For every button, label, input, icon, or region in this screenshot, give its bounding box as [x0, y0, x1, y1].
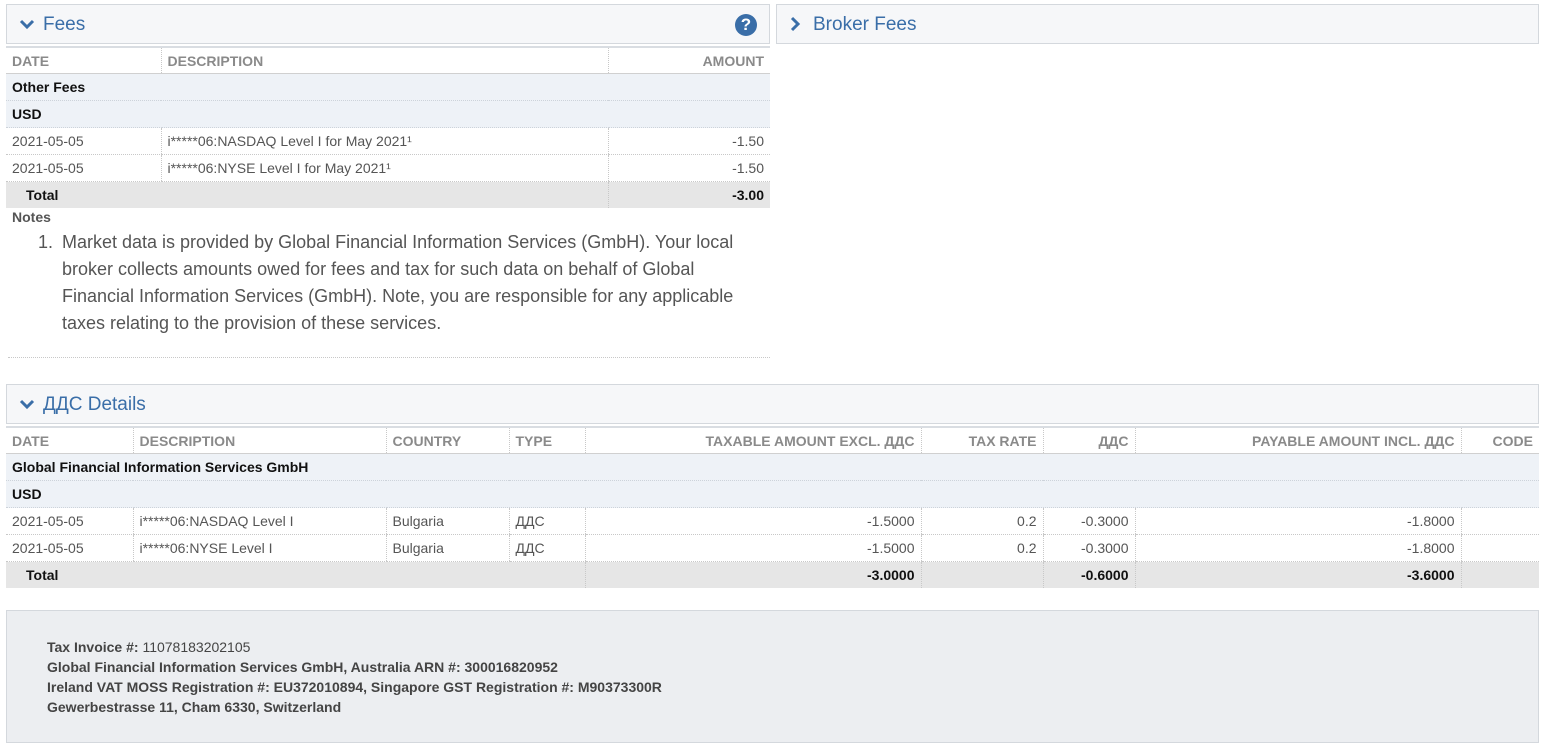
vat-table: DATE DESCRIPTION COUNTRY TYPE TAXABLE AM…: [6, 426, 1539, 588]
note-text: Market data is provided by Global Financ…: [62, 232, 734, 333]
col-vat[interactable]: ДДС: [1042, 426, 1135, 454]
row-date: 2021-05-05: [6, 127, 161, 155]
divider: [8, 357, 770, 358]
total-label: Total: [6, 561, 585, 588]
row-vat: -0.3000: [1042, 534, 1135, 562]
row-amount: -1.50: [607, 154, 770, 182]
currency-row: USD: [6, 480, 1539, 508]
row-date: 2021-05-05: [6, 534, 133, 562]
chevron-right-icon: [789, 15, 807, 33]
broker-fees-panel-title: Broker Fees: [813, 13, 917, 35]
broker-fees-panel-header[interactable]: Broker Fees: [776, 4, 1539, 44]
currency-row: USD: [6, 100, 770, 128]
table-row: 2021-05-05 i*****06:NASDAQ Level I for M…: [6, 127, 770, 155]
total-empty: [161, 181, 608, 208]
row-date: 2021-05-05: [6, 507, 133, 535]
chevron-down-icon: [19, 15, 37, 33]
fees-table: DATE DESCRIPTION AMOUNT Other Fees USD 2…: [6, 46, 770, 208]
row-description: i*****06:NYSE Level I for May 2021¹: [160, 154, 608, 182]
row-type: ДДС: [508, 534, 585, 562]
vat-table-header: DATE DESCRIPTION COUNTRY TYPE TAXABLE AM…: [6, 426, 1539, 454]
total-amount: -3.00: [607, 181, 770, 208]
currency-label: USD: [6, 100, 770, 128]
col-code[interactable]: CODE: [1460, 426, 1539, 454]
total-row: Total -3.00: [6, 181, 770, 208]
vat-panel-header[interactable]: ДДС Details: [6, 384, 1539, 424]
total-label: Total: [6, 181, 161, 208]
chevron-down-icon: [19, 395, 37, 413]
group-label: Global Financial Information Services Gm…: [6, 453, 1539, 481]
group-label: Other Fees: [6, 73, 770, 101]
total-empty: [1460, 561, 1539, 588]
row-amount: -1.50: [607, 127, 770, 155]
row-type: ДДС: [508, 507, 585, 535]
col-date[interactable]: DATE: [6, 46, 161, 74]
col-description[interactable]: DESCRIPTION: [160, 46, 608, 74]
notes-list: 1. Market data is provided by Global Fin…: [38, 229, 767, 337]
row-country: Bulgaria: [385, 507, 509, 535]
table-row: 2021-05-05 i*****06:NYSE Level I Bulgari…: [6, 534, 1539, 562]
row-taxable: -1.5000: [584, 534, 921, 562]
total-taxable: -3.0000: [584, 561, 921, 588]
row-payable: -1.8000: [1134, 507, 1461, 535]
col-taxable[interactable]: TAXABLE AMOUNT EXCL. ДДС: [584, 426, 921, 454]
col-date[interactable]: DATE: [6, 426, 133, 454]
col-amount[interactable]: AMOUNT: [607, 46, 770, 74]
row-description: i*****06:NASDAQ Level I for May 2021¹: [160, 127, 608, 155]
question-circle-icon[interactable]: ?: [735, 14, 757, 36]
note-number: 1.: [38, 232, 54, 252]
invoice-label: Tax Invoice #:: [47, 639, 139, 655]
group-row: Other Fees: [6, 73, 770, 101]
currency-label: USD: [6, 480, 1539, 508]
row-vat: -0.3000: [1042, 507, 1135, 535]
table-row: 2021-05-05 i*****06:NASDAQ Level I Bulga…: [6, 507, 1539, 535]
row-date: 2021-05-05: [6, 154, 161, 182]
col-country[interactable]: COUNTRY: [385, 426, 509, 454]
row-payable: -1.8000: [1134, 534, 1461, 562]
row-description: i*****06:NASDAQ Level I: [132, 507, 386, 535]
total-row: Total -3.0000 -0.6000 -3.6000: [6, 561, 1539, 588]
invoice-number: 11078183202105: [142, 639, 251, 655]
fees-panel-title: Fees: [43, 13, 86, 35]
col-tax-rate[interactable]: TAX RATE: [920, 426, 1043, 454]
row-country: Bulgaria: [385, 534, 509, 562]
fees-table-header: DATE DESCRIPTION AMOUNT: [6, 46, 770, 74]
row-tax-rate: 0.2: [920, 507, 1043, 535]
vat-panel-title: ДДС Details: [43, 393, 146, 415]
row-code: [1460, 507, 1539, 535]
fees-panel-header[interactable]: Fees ?: [6, 4, 770, 44]
row-code: [1460, 534, 1539, 562]
row-taxable: -1.5000: [584, 507, 921, 535]
col-description[interactable]: DESCRIPTION: [132, 426, 386, 454]
group-row: Global Financial Information Services Gm…: [6, 453, 1539, 481]
total-vat: -0.6000: [1042, 561, 1135, 588]
notes-label: Notes: [12, 209, 51, 225]
total-payable: -3.6000: [1134, 561, 1461, 588]
col-payable[interactable]: PAYABLE AMOUNT INCL. ДДС: [1134, 426, 1461, 454]
registration-numbers: Ireland VAT MOSS Registration #: EU37201…: [47, 679, 662, 695]
company-address: Gewerbestrasse 11, Cham 6330, Switzerlan…: [47, 699, 342, 715]
invoice-line: Tax Invoice #: 11078183202105: [47, 637, 1538, 657]
invoice-footer: Tax Invoice #: 11078183202105 Global Fin…: [6, 610, 1539, 743]
company-arn: Global Financial Information Services Gm…: [47, 659, 558, 675]
note-item: 1. Market data is provided by Global Fin…: [38, 229, 767, 337]
row-tax-rate: 0.2: [920, 534, 1043, 562]
total-empty: [920, 561, 1043, 588]
col-type[interactable]: TYPE: [508, 426, 585, 454]
row-description: i*****06:NYSE Level I: [132, 534, 386, 562]
table-row: 2021-05-05 i*****06:NYSE Level I for May…: [6, 154, 770, 182]
